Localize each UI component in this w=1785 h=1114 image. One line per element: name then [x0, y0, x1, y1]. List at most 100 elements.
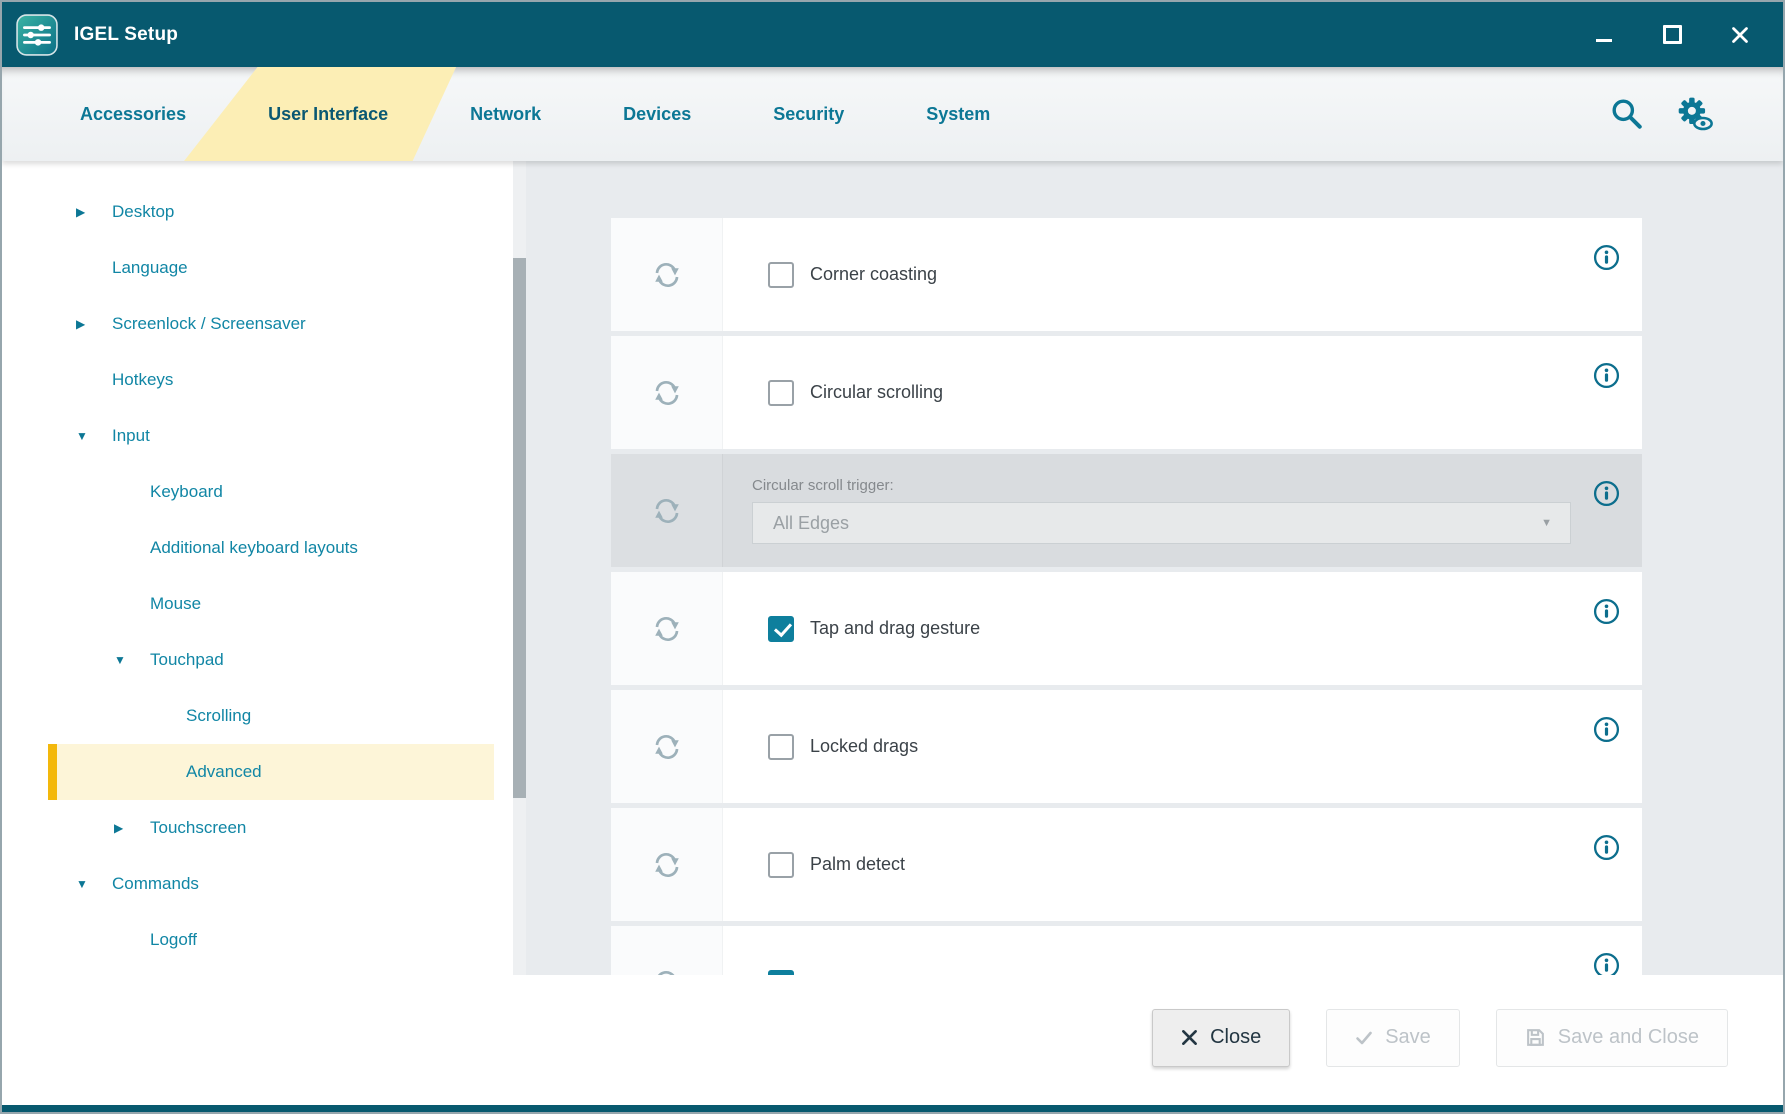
settings-row-corner-coasting: Corner coasting: [611, 218, 1642, 331]
sidebar-item-label: Scrolling: [186, 706, 251, 726]
sidebar: ▶ Desktop Language ▶ Screenlock / Screen…: [2, 161, 526, 975]
info-icon[interactable]: [1593, 244, 1620, 271]
save-button-label: Save: [1385, 1026, 1431, 1049]
tab-system[interactable]: System: [900, 67, 1016, 161]
check-icon: [1355, 1029, 1373, 1047]
search-icon[interactable]: [1609, 96, 1645, 132]
gear-eye-icon[interactable]: [1675, 96, 1713, 132]
select-circular-scroll-trigger[interactable]: All Edges ▼: [752, 502, 1571, 544]
sidebar-scrollbar-thumb[interactable]: [513, 258, 526, 798]
window-title: IGEL Setup: [74, 24, 178, 46]
sidebar-item-language[interactable]: Language: [48, 240, 494, 296]
reset-cell: [611, 454, 723, 567]
sidebar-item-logoff[interactable]: Logoff: [48, 912, 494, 968]
tab-bar: Accessories User Interface Network Devices S…: [2, 67, 1783, 161]
sidebar-scrollbar[interactable]: [513, 161, 526, 975]
close-window-button[interactable]: [1729, 24, 1751, 46]
checkbox-palm-detect[interactable]: [768, 852, 794, 878]
info-icon[interactable]: [1593, 716, 1620, 743]
title-bar[interactable]: IGEL Setup: [2, 2, 1783, 67]
reset-cell: [611, 218, 723, 331]
save-and-close-button[interactable]: Save and Close: [1496, 1009, 1728, 1067]
reset-cell: [611, 336, 723, 449]
reset-icon[interactable]: [652, 614, 682, 644]
checkbox-corner-coasting[interactable]: [768, 262, 794, 288]
sidebar-item-label: Commands: [112, 874, 199, 894]
tab-label: Network: [470, 104, 541, 125]
tab-devices[interactable]: Devices: [597, 67, 717, 161]
checkbox-tap-and-drag-gesture[interactable]: [768, 616, 794, 642]
chevron-right-icon[interactable]: ▶: [76, 205, 112, 219]
settings-panel: Corner coasting Circular scrolling Circu…: [526, 161, 1783, 975]
checkbox-circular-scrolling[interactable]: [768, 380, 794, 406]
select-label: Circular scroll trigger:: [752, 477, 894, 494]
reset-icon[interactable]: [652, 850, 682, 880]
settings-row-palm-detect: Palm detect: [611, 808, 1642, 921]
sidebar-item-label: Language: [112, 258, 188, 278]
settings-row-locked-drags: Locked drags: [611, 690, 1642, 803]
minimize-button[interactable]: [1593, 24, 1615, 46]
chevron-down-icon[interactable]: ▼: [114, 653, 150, 667]
settings-row-circular-scroll-trigger: Circular scroll trigger: All Edges ▼: [611, 454, 1642, 567]
reset-icon[interactable]: [652, 496, 682, 526]
sidebar-item-touchpad[interactable]: ▼ Touchpad: [48, 632, 494, 688]
info-icon[interactable]: [1593, 480, 1620, 507]
save-button[interactable]: Save: [1326, 1009, 1460, 1067]
tab-label: Devices: [623, 104, 691, 125]
tab-label: Security: [773, 104, 844, 125]
chevron-right-icon[interactable]: ▶: [114, 821, 150, 835]
settings-row-label: Corner coasting: [810, 264, 937, 285]
reset-icon[interactable]: [652, 732, 682, 762]
chevron-down-icon[interactable]: ▼: [76, 429, 112, 443]
chevron-down-icon[interactable]: ▼: [76, 877, 112, 891]
chevron-right-icon[interactable]: ▶: [76, 317, 112, 331]
settings-row-label: Circular scrolling: [810, 382, 943, 403]
sidebar-item-input[interactable]: ▼ Input: [48, 408, 494, 464]
sidebar-item-label: Logoff: [150, 930, 197, 950]
tab-security[interactable]: Security: [747, 67, 870, 161]
tab-network[interactable]: Network: [444, 67, 567, 161]
window-bottom-border: [2, 1105, 1783, 1112]
sidebar-item-label: Advanced: [186, 762, 262, 782]
sidebar-item-touchscreen[interactable]: ▶ Touchscreen: [48, 800, 494, 856]
sidebar-item-desktop[interactable]: ▶ Desktop: [48, 184, 494, 240]
sidebar-item-label: Touchpad: [150, 650, 224, 670]
sidebar-item-commands[interactable]: ▼ Commands: [48, 856, 494, 912]
reset-icon[interactable]: [652, 378, 682, 408]
reset-cell: [611, 926, 723, 975]
maximize-button[interactable]: [1661, 24, 1683, 46]
reset-cell: [611, 572, 723, 685]
settings-row-circular-scrolling: Circular scrolling: [611, 336, 1642, 449]
reset-icon[interactable]: [652, 968, 682, 976]
info-icon[interactable]: [1593, 598, 1620, 625]
reset-cell: [611, 808, 723, 921]
chevron-down-icon: ▼: [1541, 517, 1552, 529]
tab-user-interface[interactable]: User Interface: [242, 67, 414, 161]
close-button[interactable]: Close: [1152, 1009, 1290, 1067]
checkbox-locked-drags[interactable]: [768, 734, 794, 760]
floppy-icon: [1525, 1027, 1546, 1048]
sidebar-item-label: Hotkeys: [112, 370, 173, 390]
sidebar-item-label: Additional keyboard layouts: [150, 538, 358, 558]
tab-label: Accessories: [80, 104, 186, 125]
settings-row-row: [611, 926, 1642, 975]
settings-row-label: Palm detect: [810, 854, 905, 875]
sidebar-item-hotkeys[interactable]: Hotkeys: [48, 352, 494, 408]
save-and-close-button-label: Save and Close: [1558, 1026, 1699, 1049]
igel-logo-icon: [16, 14, 58, 56]
tab-accessories[interactable]: Accessories: [54, 67, 212, 161]
sidebar-item-scrolling[interactable]: Scrolling: [48, 688, 494, 744]
sidebar-item-keyboard[interactable]: Keyboard: [48, 464, 494, 520]
info-icon[interactable]: [1593, 834, 1620, 861]
sidebar-item-advanced[interactable]: Advanced: [48, 744, 494, 800]
sidebar-item-screenlock-screensaver[interactable]: ▶ Screenlock / Screensaver: [48, 296, 494, 352]
sidebar-item-additional-keyboard-layouts[interactable]: Additional keyboard layouts: [48, 520, 494, 576]
info-icon[interactable]: [1593, 952, 1620, 975]
sidebar-item-label: Desktop: [112, 202, 174, 222]
sidebar-item-mouse[interactable]: Mouse: [48, 576, 494, 632]
tab-label: User Interface: [268, 104, 388, 125]
settings-row-tap-and-drag-gesture: Tap and drag gesture: [611, 572, 1642, 685]
info-icon[interactable]: [1593, 362, 1620, 389]
reset-icon[interactable]: [652, 260, 682, 290]
settings-rows: Corner coasting Circular scrolling Circu…: [611, 218, 1642, 975]
